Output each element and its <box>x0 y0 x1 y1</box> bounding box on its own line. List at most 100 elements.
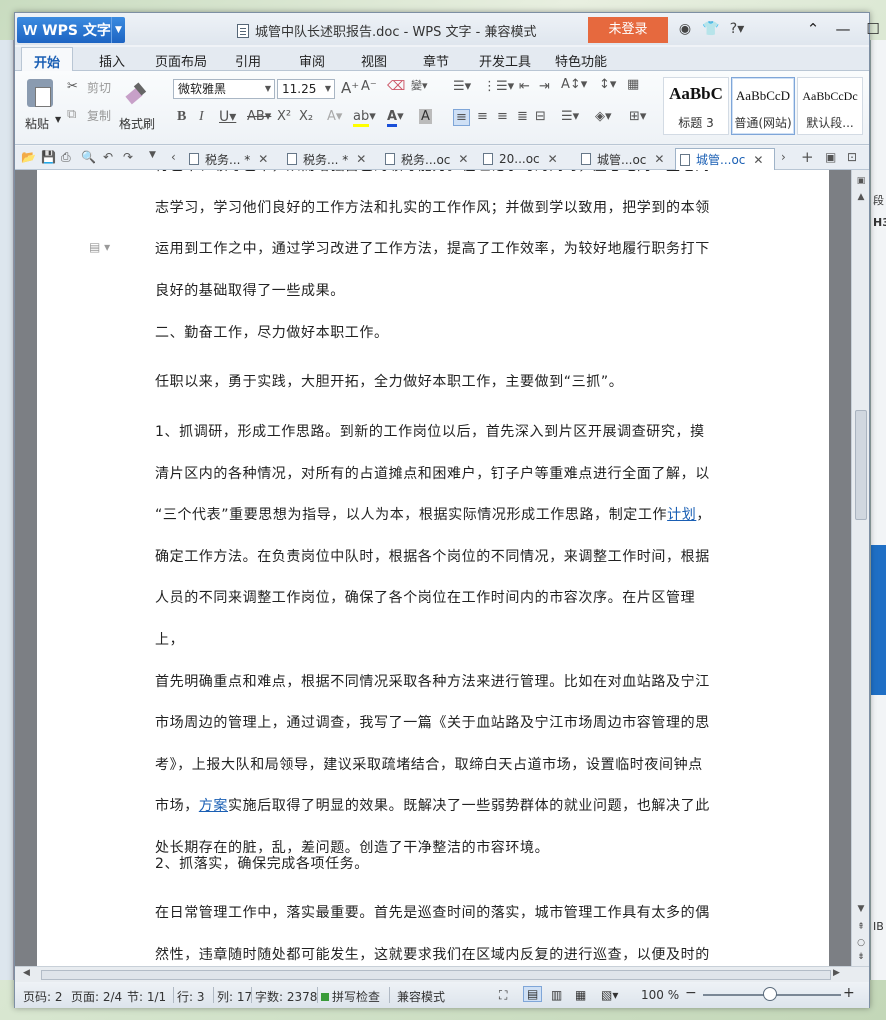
style-default-paragraph[interactable]: AaBbCcDc 默认段... <box>797 77 863 135</box>
font-color-icon[interactable]: A▾ <box>387 109 404 127</box>
horizontal-scrollbar[interactable]: ◀ ▶ <box>15 966 869 982</box>
tab-list-icon[interactable]: ▣ <box>825 150 836 164</box>
doc-tab-active[interactable]: 城管...oc ✕ <box>675 148 775 170</box>
sort-icon[interactable]: ↕▾ <box>599 77 616 92</box>
border-icon[interactable]: ⊞▾ <box>629 109 646 124</box>
close-tab-icon[interactable]: ✕ <box>458 152 468 166</box>
status-row[interactable]: 行: 3 <box>177 988 205 1005</box>
line-spacing-icon[interactable]: ☰▾ <box>561 109 579 124</box>
maximize-button[interactable]: ☐ <box>861 17 885 41</box>
paste-button[interactable]: 粘贴 <box>25 115 49 132</box>
format-painter-button[interactable]: 格式刷 <box>119 115 155 132</box>
print-preview-icon[interactable]: 🔍 <box>81 150 96 164</box>
tab-scroll-left-icon[interactable]: ‹ <box>171 150 176 164</box>
tab-developer[interactable]: 开发工具 <box>479 51 531 70</box>
doc-tab[interactable]: 税务... * ✕ <box>185 148 281 170</box>
minimize-button[interactable]: — <box>831 17 855 41</box>
horizontal-scroll-thumb[interactable] <box>41 970 831 980</box>
justify-icon[interactable]: ≣ <box>517 109 528 124</box>
scroll-top-icon[interactable]: ▣ <box>852 176 870 186</box>
login-button[interactable]: 未登录 <box>588 17 668 43</box>
undo-icon[interactable]: ↶ <box>103 150 113 164</box>
chevron-down-icon[interactable]: ▼ <box>111 17 125 43</box>
doc-tab[interactable]: 城管...oc ✕ <box>577 148 673 170</box>
browse-object-icon[interactable]: ○ <box>852 938 870 948</box>
quick-access-menu-icon[interactable]: ▼ <box>149 150 156 160</box>
scroll-right-icon[interactable]: ▶ <box>833 968 840 978</box>
shirt-icon[interactable]: 👕 <box>701 19 721 39</box>
scroll-up-icon[interactable]: ▲ <box>852 192 870 202</box>
skin-icon[interactable]: ◉ <box>675 19 695 39</box>
bold-icon[interactable]: B <box>177 109 186 125</box>
vertical-scrollbar[interactable]: ▣ ▲ ▼ ⇞ ○ ⇟ <box>851 170 869 966</box>
bullets-icon[interactable]: ☰▾ <box>453 79 471 94</box>
print-icon[interactable]: ⎙ <box>61 150 71 165</box>
close-tab-icon[interactable]: ✕ <box>753 153 763 167</box>
highlight-icon[interactable]: ab▾ <box>353 109 376 127</box>
style-normal-web[interactable]: AaBbCcD 普通(网站) <box>731 77 795 135</box>
paragraph-marker-icon[interactable]: ▤ ▾ <box>89 240 110 254</box>
subscript-icon[interactable]: X₂ <box>299 109 313 124</box>
close-tab-icon[interactable]: ✕ <box>548 152 558 166</box>
font-size-select[interactable]: 11.25 ▼ <box>277 79 335 99</box>
clear-format-icon[interactable]: ⌫ <box>387 79 405 94</box>
copy-button[interactable]: 复制 <box>87 107 111 124</box>
text-effect-icon[interactable]: A▾ <box>327 109 342 124</box>
zoom-out-icon[interactable]: − <box>685 985 697 1001</box>
tab-special[interactable]: 特色功能 <box>555 51 607 70</box>
document-page[interactable]: ▤ ▾ 行艺术、领导艺术，从而增强自己的领导能力。在理论学习的同时，虚心地向一些… <box>37 170 829 966</box>
web-view-icon[interactable]: ▦ <box>575 988 586 1002</box>
new-tab-icon[interactable]: + <box>801 148 814 166</box>
plan-link[interactable]: 计划 <box>667 507 696 523</box>
table-grid-icon[interactable]: ▦ <box>627 77 639 92</box>
grow-font-icon[interactable]: A⁺ <box>341 79 359 97</box>
close-tab-icon[interactable]: ✕ <box>356 152 366 166</box>
zoom-in-icon[interactable]: + <box>843 985 855 1001</box>
app-menu-button[interactable]: W WPS 文字 ▼ <box>17 17 125 43</box>
doc-tab[interactable]: 税务... * ✕ <box>283 148 379 170</box>
status-word-count[interactable]: 字数: 2378 <box>255 988 317 1005</box>
tab-references[interactable]: 引用 <box>235 51 261 70</box>
phonetic-guide-icon[interactable]: 變▾ <box>411 77 428 93</box>
font-name-select[interactable]: 微软雅黑 ▼ <box>173 79 275 99</box>
zoom-slider-knob[interactable] <box>763 987 777 1001</box>
align-left-icon[interactable]: ≡ <box>453 109 470 126</box>
open-folder-icon[interactable]: 📂 <box>21 150 36 164</box>
cut-button[interactable]: 剪切 <box>87 79 111 96</box>
shading-icon[interactable]: ◈▾ <box>595 109 612 124</box>
tab-view[interactable]: 视图 <box>361 51 387 70</box>
shrink-font-icon[interactable]: A⁻ <box>361 79 377 94</box>
next-page-icon[interactable]: ⇟ <box>852 952 870 962</box>
status-column[interactable]: 列: 17 <box>217 988 252 1005</box>
status-section[interactable]: 节: 1/1 <box>127 988 166 1005</box>
outline-view-icon[interactable]: ▥ <box>551 988 562 1002</box>
tab-home[interactable]: 开始 <box>21 47 74 72</box>
collapse-ribbon-icon[interactable]: ⌃ <box>801 17 825 41</box>
italic-icon[interactable]: I <box>199 109 204 125</box>
tab-chapter[interactable]: 章节 <box>423 51 449 70</box>
status-page-number[interactable]: 页码: 2 <box>23 988 63 1005</box>
tab-page-layout[interactable]: 页面布局 <box>155 51 207 70</box>
reading-view-icon[interactable]: ▧▾ <box>601 988 618 1002</box>
tab-review[interactable]: 审阅 <box>299 51 325 70</box>
distribute-icon[interactable]: ⊟ <box>535 109 546 124</box>
doc-tab[interactable]: 20...oc ✕ <box>479 148 575 170</box>
scheme-link[interactable]: 方案 <box>199 798 228 814</box>
paste-icon[interactable] <box>27 79 53 107</box>
text-size-icon[interactable]: A↕▾ <box>561 77 587 92</box>
doc-tab[interactable]: 税务...oc ✕ <box>381 148 477 170</box>
prev-page-icon[interactable]: ⇞ <box>852 922 870 932</box>
spell-check-toggle[interactable]: 拼写检查 <box>321 988 380 1005</box>
decrease-indent-icon[interactable]: ⇤ <box>519 79 530 94</box>
tab-insert[interactable]: 插入 <box>99 51 125 70</box>
superscript-icon[interactable]: X² <box>277 109 291 124</box>
pin-icon[interactable]: ⊡ <box>847 150 857 164</box>
tab-scroll-right-icon[interactable]: › <box>781 150 786 164</box>
close-tab-icon[interactable]: ✕ <box>258 152 268 166</box>
format-painter-icon[interactable] <box>125 81 149 103</box>
vertical-scroll-thumb[interactable] <box>855 410 867 520</box>
page-view-icon[interactable]: ▤ <box>523 986 543 1002</box>
chevron-down-icon[interactable]: ▼ <box>55 115 61 124</box>
cut-icon[interactable]: ✂ <box>67 79 78 94</box>
scroll-left-icon[interactable]: ◀ <box>23 968 30 978</box>
